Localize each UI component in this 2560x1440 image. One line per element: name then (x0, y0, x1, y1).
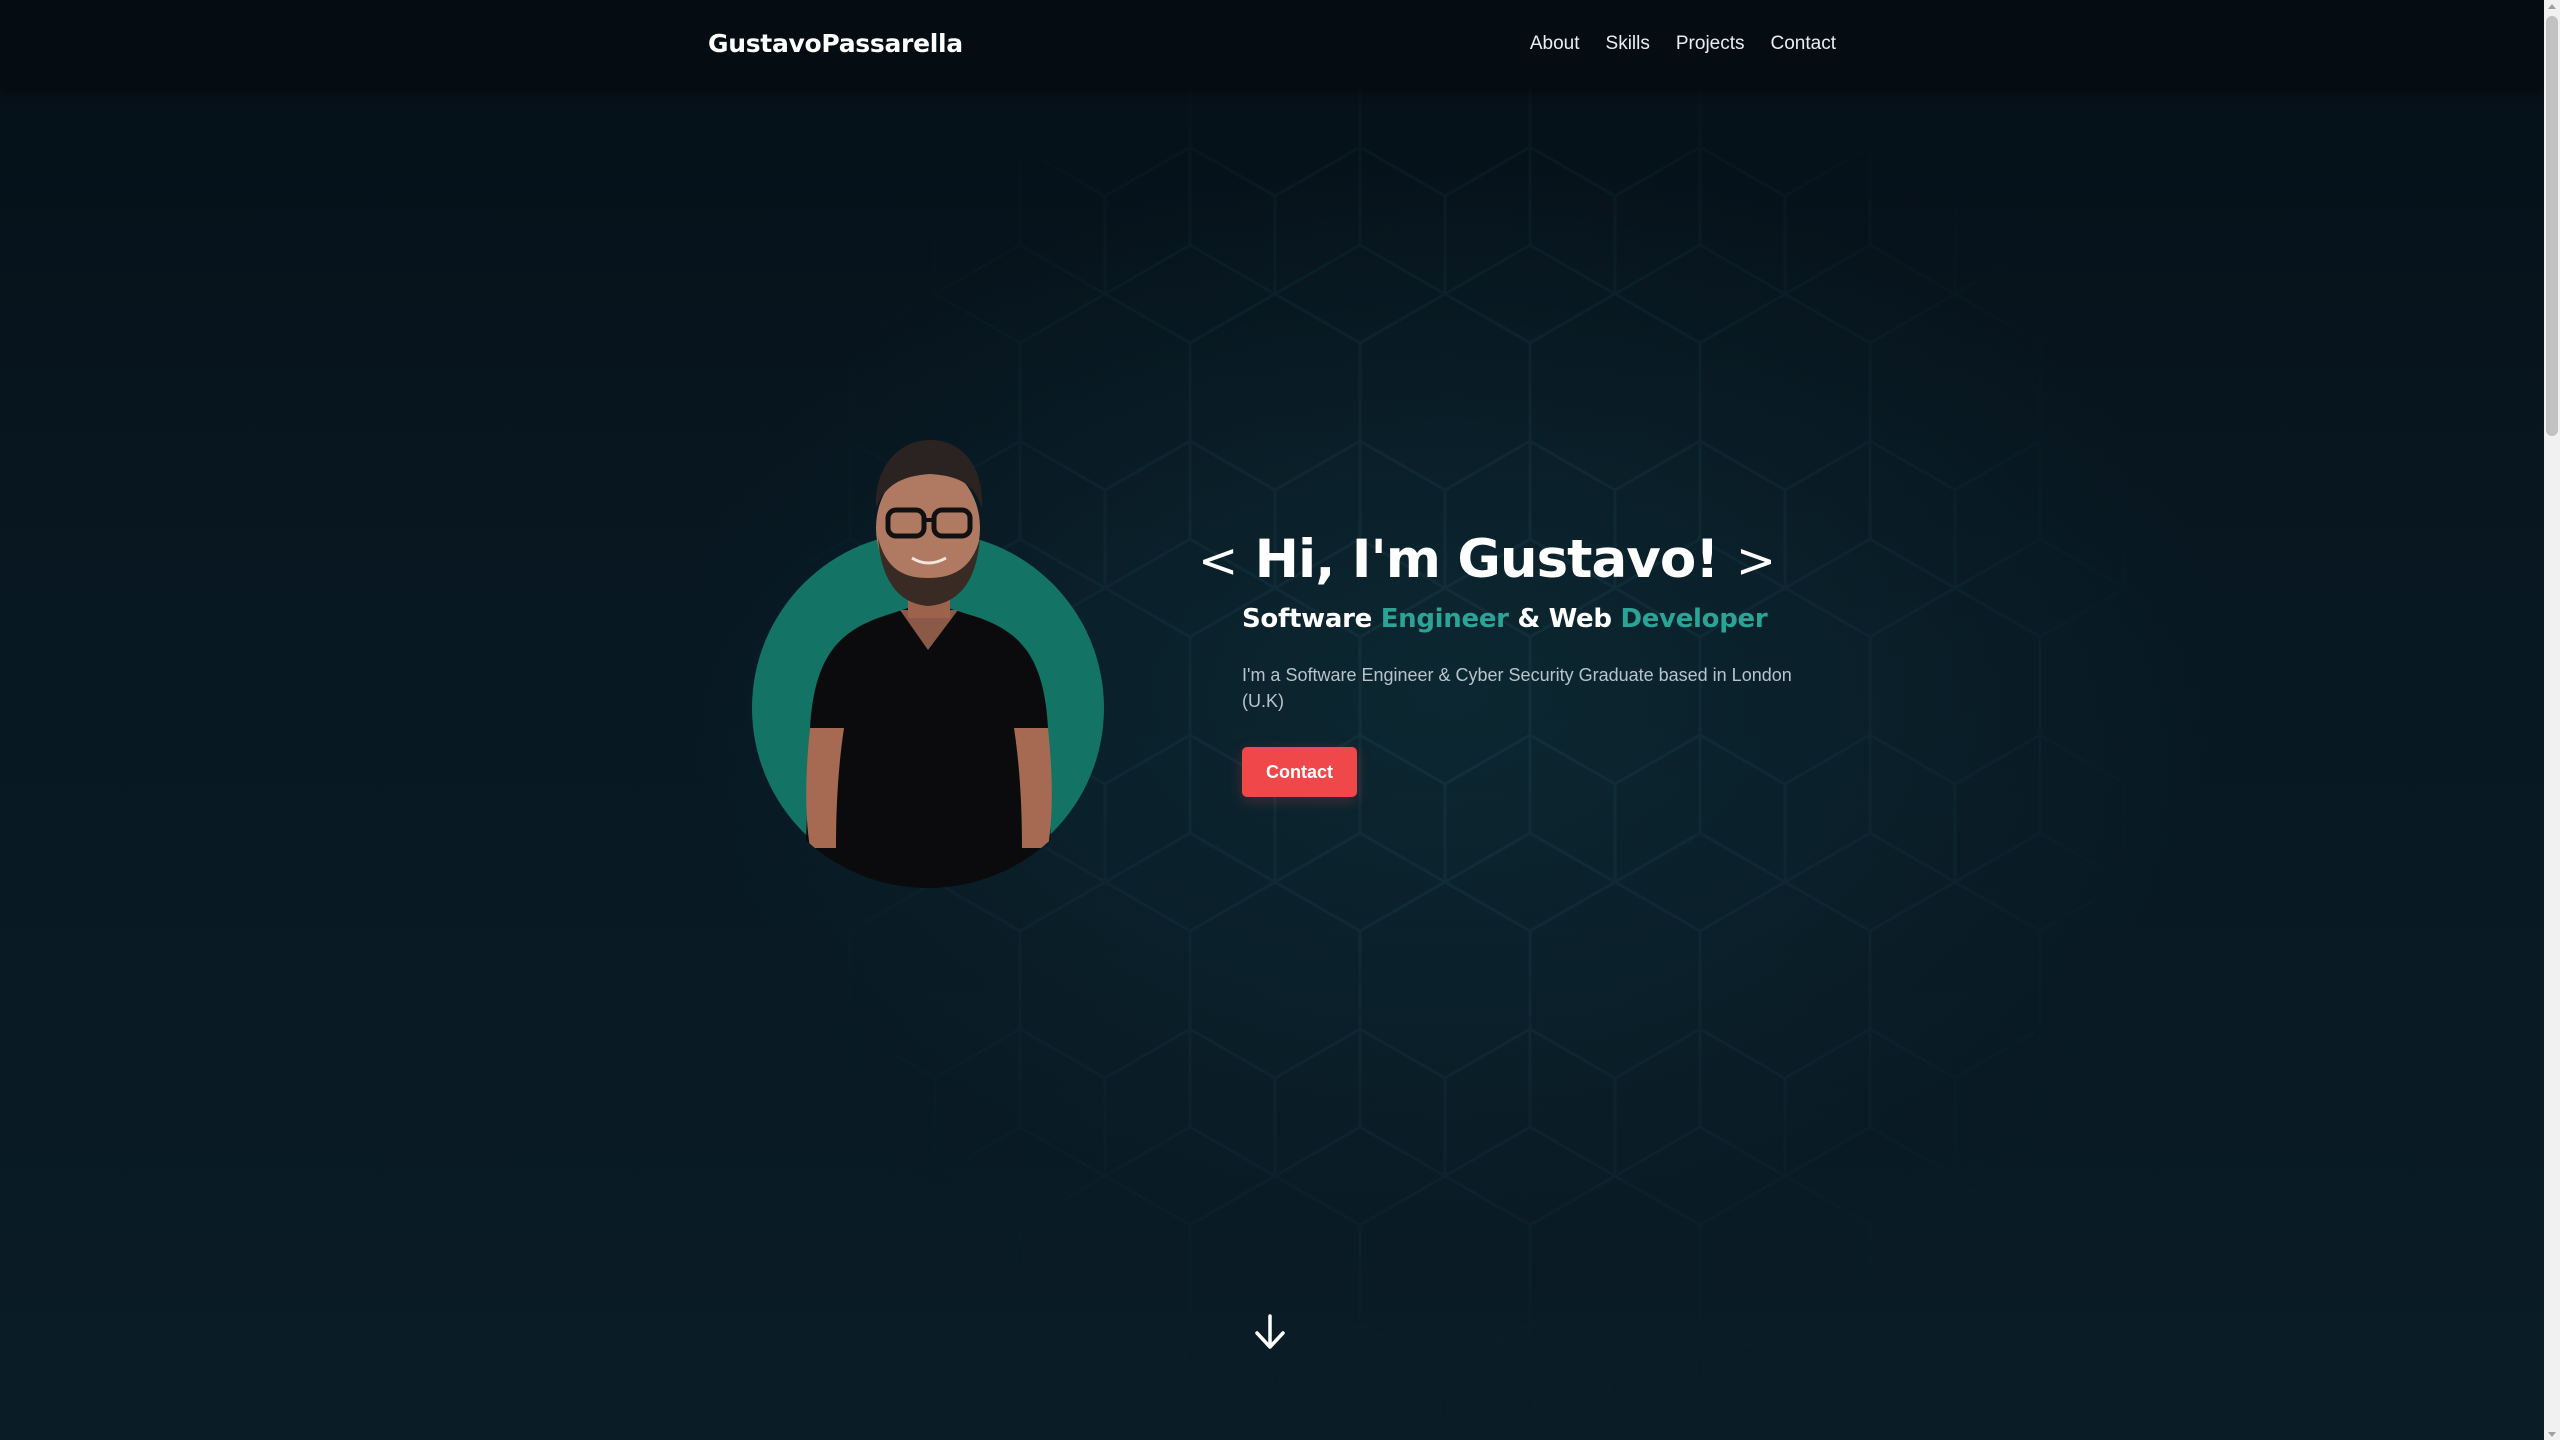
hero-subtitle: Software Engineer & Web Developer (1242, 601, 1768, 637)
hero-description: I'm a Software Engineer & Cyber Security… (1242, 665, 1792, 711)
nav-link-skills[interactable]: Skills (1606, 30, 1650, 58)
hero-title: < Hi, I'm Gustavo! > (1198, 526, 1776, 595)
contact-button[interactable]: Contact (1242, 747, 1357, 797)
bracket-close: > (1735, 533, 1776, 589)
nav-link-about[interactable]: About (1530, 30, 1580, 58)
bracket-open: < (1198, 533, 1238, 589)
scrollbar-up-arrow-icon[interactable] (2548, 4, 2556, 9)
subtitle-part-2: & Web (1508, 604, 1621, 634)
scrollbar[interactable] (2544, 0, 2560, 1440)
page: GustavoPassarella About Skills Projects … (0, 0, 2560, 1440)
arrow-down-icon[interactable] (1252, 1312, 1288, 1352)
brand-logo[interactable]: GustavoPassarella (708, 28, 963, 60)
nav-link-contact[interactable]: Contact (1771, 30, 1836, 58)
nav-links: About Skills Projects Contact (1530, 30, 1836, 58)
nav-link-projects[interactable]: Projects (1676, 30, 1745, 58)
subtitle-accent-developer: Developer (1620, 604, 1768, 634)
hexagon-background-pattern (0, 0, 2544, 1440)
scrollbar-down-arrow-icon[interactable] (2548, 1432, 2556, 1437)
profile-photo (748, 428, 1108, 888)
navbar: GustavoPassarella About Skills Projects … (0, 0, 2544, 88)
subtitle-accent-engineer: Engineer (1380, 604, 1509, 634)
scrollbar-thumb[interactable] (2546, 16, 2558, 436)
subtitle-part-1: Software (1242, 604, 1381, 634)
hero-title-text: Hi, I'm Gustavo! (1254, 529, 1720, 590)
